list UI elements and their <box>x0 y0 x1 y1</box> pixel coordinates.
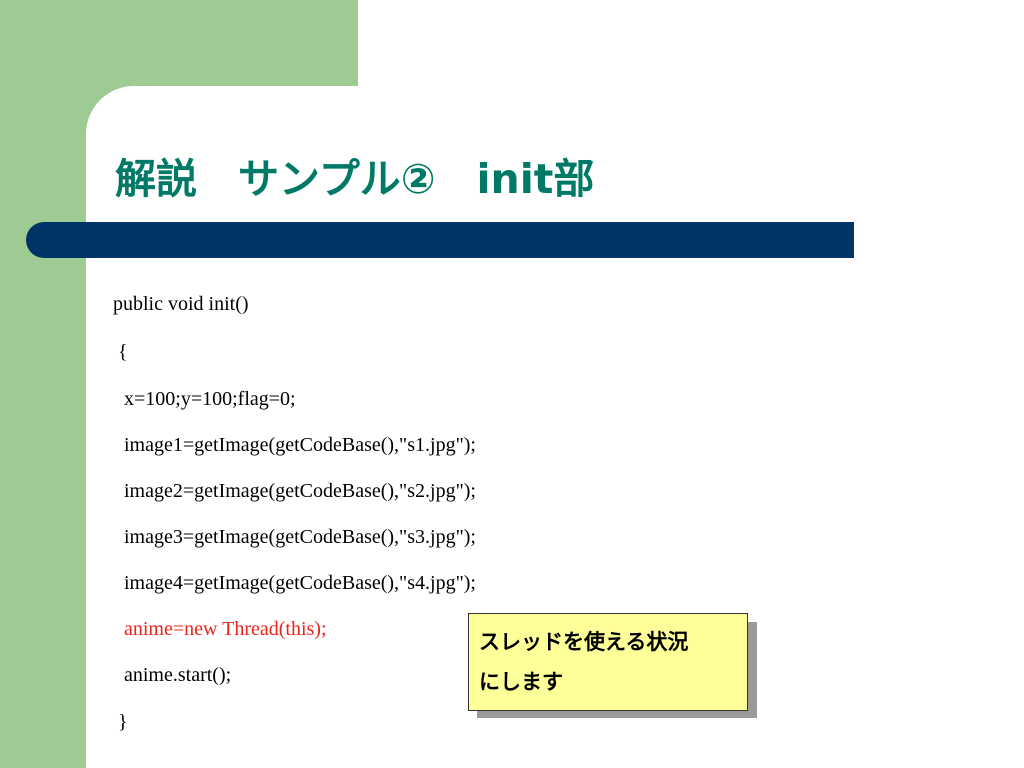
callout-text-line: にします <box>479 670 563 694</box>
title-underline-bar <box>26 222 854 258</box>
slide-title: 解説 サンプル② init部 <box>115 155 595 203</box>
code-line: image2=getImage(getCodeBase(),"s2.jpg"); <box>124 480 476 502</box>
code-line: { <box>118 341 128 363</box>
code-line: public void init() <box>113 293 249 315</box>
code-line: x=100;y=100;flag=0; <box>124 388 296 410</box>
callout-box: スレッドを使える状況 にします <box>468 613 748 711</box>
code-line: anime.start(); <box>124 664 232 686</box>
highlighted-code-line: anime=new Thread(this); <box>124 618 327 640</box>
code-line: image4=getImage(getCodeBase(),"s4.jpg"); <box>124 572 476 594</box>
code-line: } <box>118 711 128 733</box>
callout-text-line: スレッドを使える状況 <box>479 630 689 654</box>
code-line: image1=getImage(getCodeBase(),"s1.jpg"); <box>124 434 476 456</box>
code-line: image3=getImage(getCodeBase(),"s3.jpg"); <box>124 526 476 548</box>
